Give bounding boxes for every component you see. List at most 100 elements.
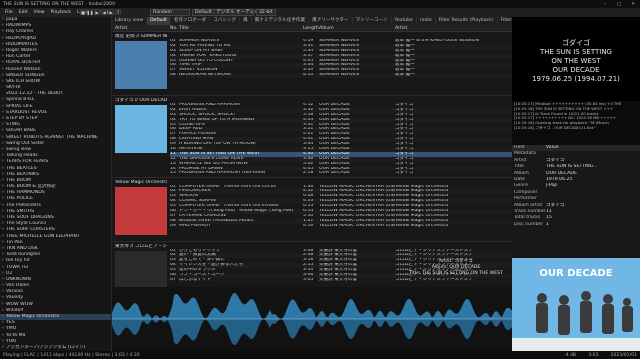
play-icon[interactable]: ▶ <box>94 9 100 15</box>
artist-info-panel: ゴダイゴ THE SUN IS SETTING ON THE WEST OUR … <box>512 17 640 101</box>
spectrum-visualizer <box>112 287 512 351</box>
library-tree-label: UNKNOWN <box>6 276 31 282</box>
track-number: 15 <box>170 171 176 176</box>
library-tree-label: Yo-Yo Ma <box>6 332 26 338</box>
property-row[interactable]: Disc number 1 <box>512 222 640 228</box>
album-group: 雨宮 史郎 // SUMMER NERVES01SUMMER NERVES4:1… <box>112 32 512 96</box>
artwork-title: OUR DECADE <box>539 268 612 279</box>
track-album: SUMMER NERVES <box>319 73 359 78</box>
track-title: PROGRESS AND HARMONY (REFRAIN) <box>179 171 266 176</box>
playlist-tab[interactable]: コバシング <box>210 17 241 25</box>
library-tree-label: THE SURF COASTERS <box>6 227 55 233</box>
library-tree-label: U2 <box>6 270 13 276</box>
track-row[interactable]: 15 PROGRESS AND HARMONY (REFRAIN) 2:18 OUR … <box>170 171 512 176</box>
next-icon[interactable]: ▶ <box>108 9 114 15</box>
track-row[interactable]: 09 MAD PIERROT 4:16 YELLOW MAGIC ORCHESTRA … <box>170 224 512 229</box>
playlist-tab[interactable]: 名作ソロボーダ <box>171 17 211 25</box>
playlist-tab[interactable]: 風ナミデジタル化手作業 <box>252 17 310 25</box>
library-tree-label: Swing Out Sister <box>6 140 45 146</box>
library-tree-label: Spinna B-ILL <box>6 97 35 103</box>
col-album[interactable]: Album <box>319 26 395 31</box>
col-album-artist[interactable]: Artist <box>395 26 512 31</box>
playlist-view: Artist No. Title Length Album Artist 雨宮 … <box>112 25 512 287</box>
status-text: Playing | FLAC | 1411 kbps | 44100 Hz | … <box>3 352 140 358</box>
group-header: ゴダイゴ // OUR DECADE <box>115 98 167 103</box>
library-tree: + papa + RADWIMPS + Ray Charles + REDPOYOJAD + RI… <box>0 17 112 351</box>
playlist-tab[interactable]: radio <box>417 17 436 25</box>
library-tree-label: Yellow Magic Orchestra <box>6 314 60 319</box>
playlist-tab[interactable]: Filter Results (Playback) <box>436 17 498 25</box>
album-cover-thumb[interactable] <box>115 250 167 287</box>
library-tree-label: SWEET ROBOTS AGAINST THE MACHINE <box>6 134 98 140</box>
status-bar: Playing | FLAC | 1411 kbps | 44100 Hz | … <box>0 351 640 359</box>
album-cover-thumb[interactable] <box>115 41 167 89</box>
library-tree-label: Windolf <box>6 307 24 313</box>
playlist-tab[interactable]: Default <box>147 17 171 25</box>
pause-icon[interactable]: ❚❚ <box>87 9 93 15</box>
library-tree-label: SPIRAL LIFE <box>6 103 33 109</box>
menu-file[interactable]: File <box>2 10 16 15</box>
library-tree-label: Todd Rundgren <box>6 252 41 258</box>
group-header: Yellow Magic Orchestra // YELLOW MAGIC O… <box>115 179 167 185</box>
track-length: 3:05 <box>303 277 314 282</box>
col-length[interactable]: Length <box>303 26 319 31</box>
output-device-dropdown[interactable]: Default : デジタル オーディオ <box>192 9 259 16</box>
library-tree-label: SKETCH SHOW <box>6 78 41 84</box>
library-tree-label: STEP BY STEP <box>6 116 38 121</box>
library-tree-label: THE BOOM & 宮沢和史 <box>6 184 56 190</box>
previous-icon[interactable]: ◀ <box>101 9 107 15</box>
playlist-tab[interactable]: 風ナリーサクター <box>309 17 353 25</box>
playlist-tab[interactable]: Library view <box>112 17 148 25</box>
console-line: [10:25:18] ゴダイゴ - OUR DECADE\11.flac" <box>514 125 596 130</box>
playback-order-dropdown[interactable]: Random <box>150 9 190 16</box>
track-number: 08 <box>170 73 176 78</box>
track-album: YELLOW MAGIC ORCHESTRA (US版) <box>319 223 395 228</box>
property-key: Disc number <box>514 221 544 227</box>
track-row[interactable]: 08 NEUROMAN NETWORK 4:10 SUMMER NERVES 坂本 龍一 <box>170 73 512 79</box>
bitdepth-dropdown[interactable]: 32-bit <box>256 9 276 16</box>
library-tree-label: toe toy hit <box>6 258 30 264</box>
library-tree-label: YES <box>6 320 15 326</box>
album-cover-thumb[interactable] <box>115 105 167 153</box>
minimize-button[interactable]: – <box>598 2 612 7</box>
library-tree-label: Ray Charles <box>6 29 34 35</box>
album-artwork: OUR DECADE <box>512 258 640 351</box>
library-tree-label: papa <box>6 17 18 22</box>
library-tree-label: YMO <box>6 326 17 332</box>
library-tree-label: THE POLICE <box>6 196 34 202</box>
col-title[interactable]: Title <box>179 26 303 31</box>
spectrum-lower <box>112 319 512 345</box>
close-button[interactable]: ✕ <box>626 2 640 7</box>
artist-name: ゴダイゴ <box>562 39 590 47</box>
menu-playback[interactable]: Playback <box>48 10 75 15</box>
track-title: MAD PIERROT <box>179 223 211 228</box>
track-title: NEUROMAN NETWORK <box>179 73 232 78</box>
random-icon[interactable]: ? <box>115 9 121 15</box>
library-tree-label: YUKI <box>6 338 17 344</box>
library-tree-label: Tin Pan <box>6 239 23 245</box>
col-number[interactable]: No. <box>170 26 179 31</box>
library-tree-label: SKY-HI <box>6 85 21 91</box>
now-title: Title: THE SUN IS SETTING ON THE WEST <box>409 271 503 277</box>
library-tree-label: アジカンターノ/アジアンタム (ロマン) <box>6 344 86 350</box>
menu-edit[interactable]: Edit <box>16 10 31 15</box>
library-tree-label: Russell Watson <box>6 66 41 72</box>
track-length: 4:10 <box>303 73 314 78</box>
spectrum-graph <box>112 293 512 345</box>
stop-icon[interactable]: ■ <box>80 9 86 15</box>
clock-date: 2023/01/01 <box>610 352 637 358</box>
library-tree-label: Vaundy <box>6 295 24 301</box>
col-artist[interactable]: Artist <box>112 26 170 31</box>
track-artist: 坂本 龍一 <box>395 73 415 78</box>
menu-view[interactable]: View <box>31 10 48 15</box>
playlist-tab[interactable]: 風 <box>240 17 252 25</box>
release-date: 1979.06.25 (1994.07.21) <box>532 75 620 83</box>
maximize-button[interactable]: □ <box>612 2 626 7</box>
library-tree-label: THE BOOM <box>6 177 31 183</box>
playlist-tab[interactable]: マトリーコーン <box>353 17 392 25</box>
library-tree-label: THE SMITHS <box>6 208 35 214</box>
playlist-tab[interactable]: Youtube <box>392 17 417 25</box>
track-artist: ゴダイゴ <box>395 171 414 176</box>
album-cover-thumb[interactable] <box>115 186 167 235</box>
library-tree-label: STING <box>6 122 21 128</box>
